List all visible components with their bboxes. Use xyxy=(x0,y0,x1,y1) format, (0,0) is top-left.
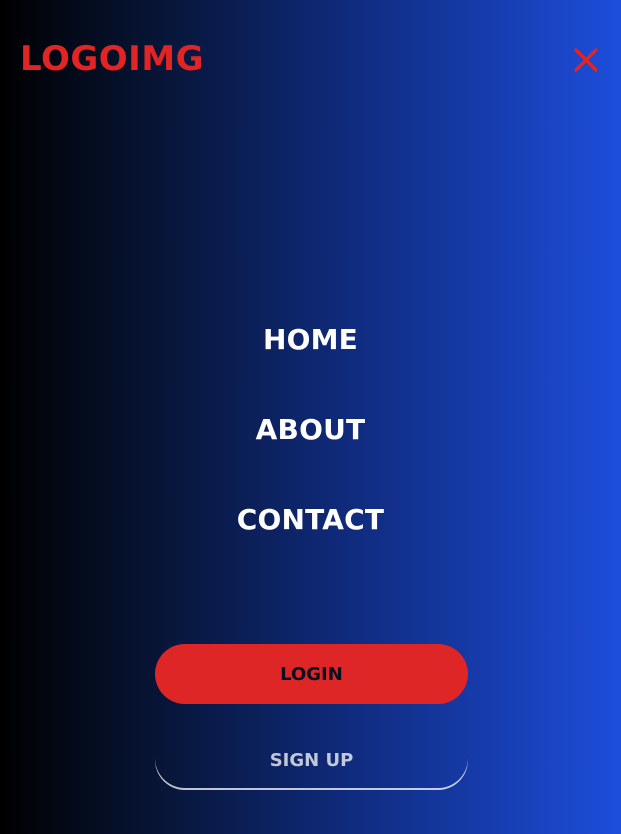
mobile-menu-overlay: LOGOIMG HOME ABOUT CONTACT LOGIN SIGN UP xyxy=(0,0,621,834)
primary-navigation: HOME ABOUT CONTACT xyxy=(0,320,621,540)
logo-text[interactable]: LOGOIMG xyxy=(20,42,204,76)
nav-link-contact[interactable]: CONTACT xyxy=(237,500,384,540)
login-button[interactable]: LOGIN xyxy=(155,644,468,704)
close-menu-button[interactable] xyxy=(572,46,600,74)
close-icon xyxy=(572,46,600,74)
signup-button[interactable]: SIGN UP xyxy=(155,730,468,790)
nav-link-about[interactable]: ABOUT xyxy=(256,410,366,450)
nav-link-home[interactable]: HOME xyxy=(263,320,358,360)
